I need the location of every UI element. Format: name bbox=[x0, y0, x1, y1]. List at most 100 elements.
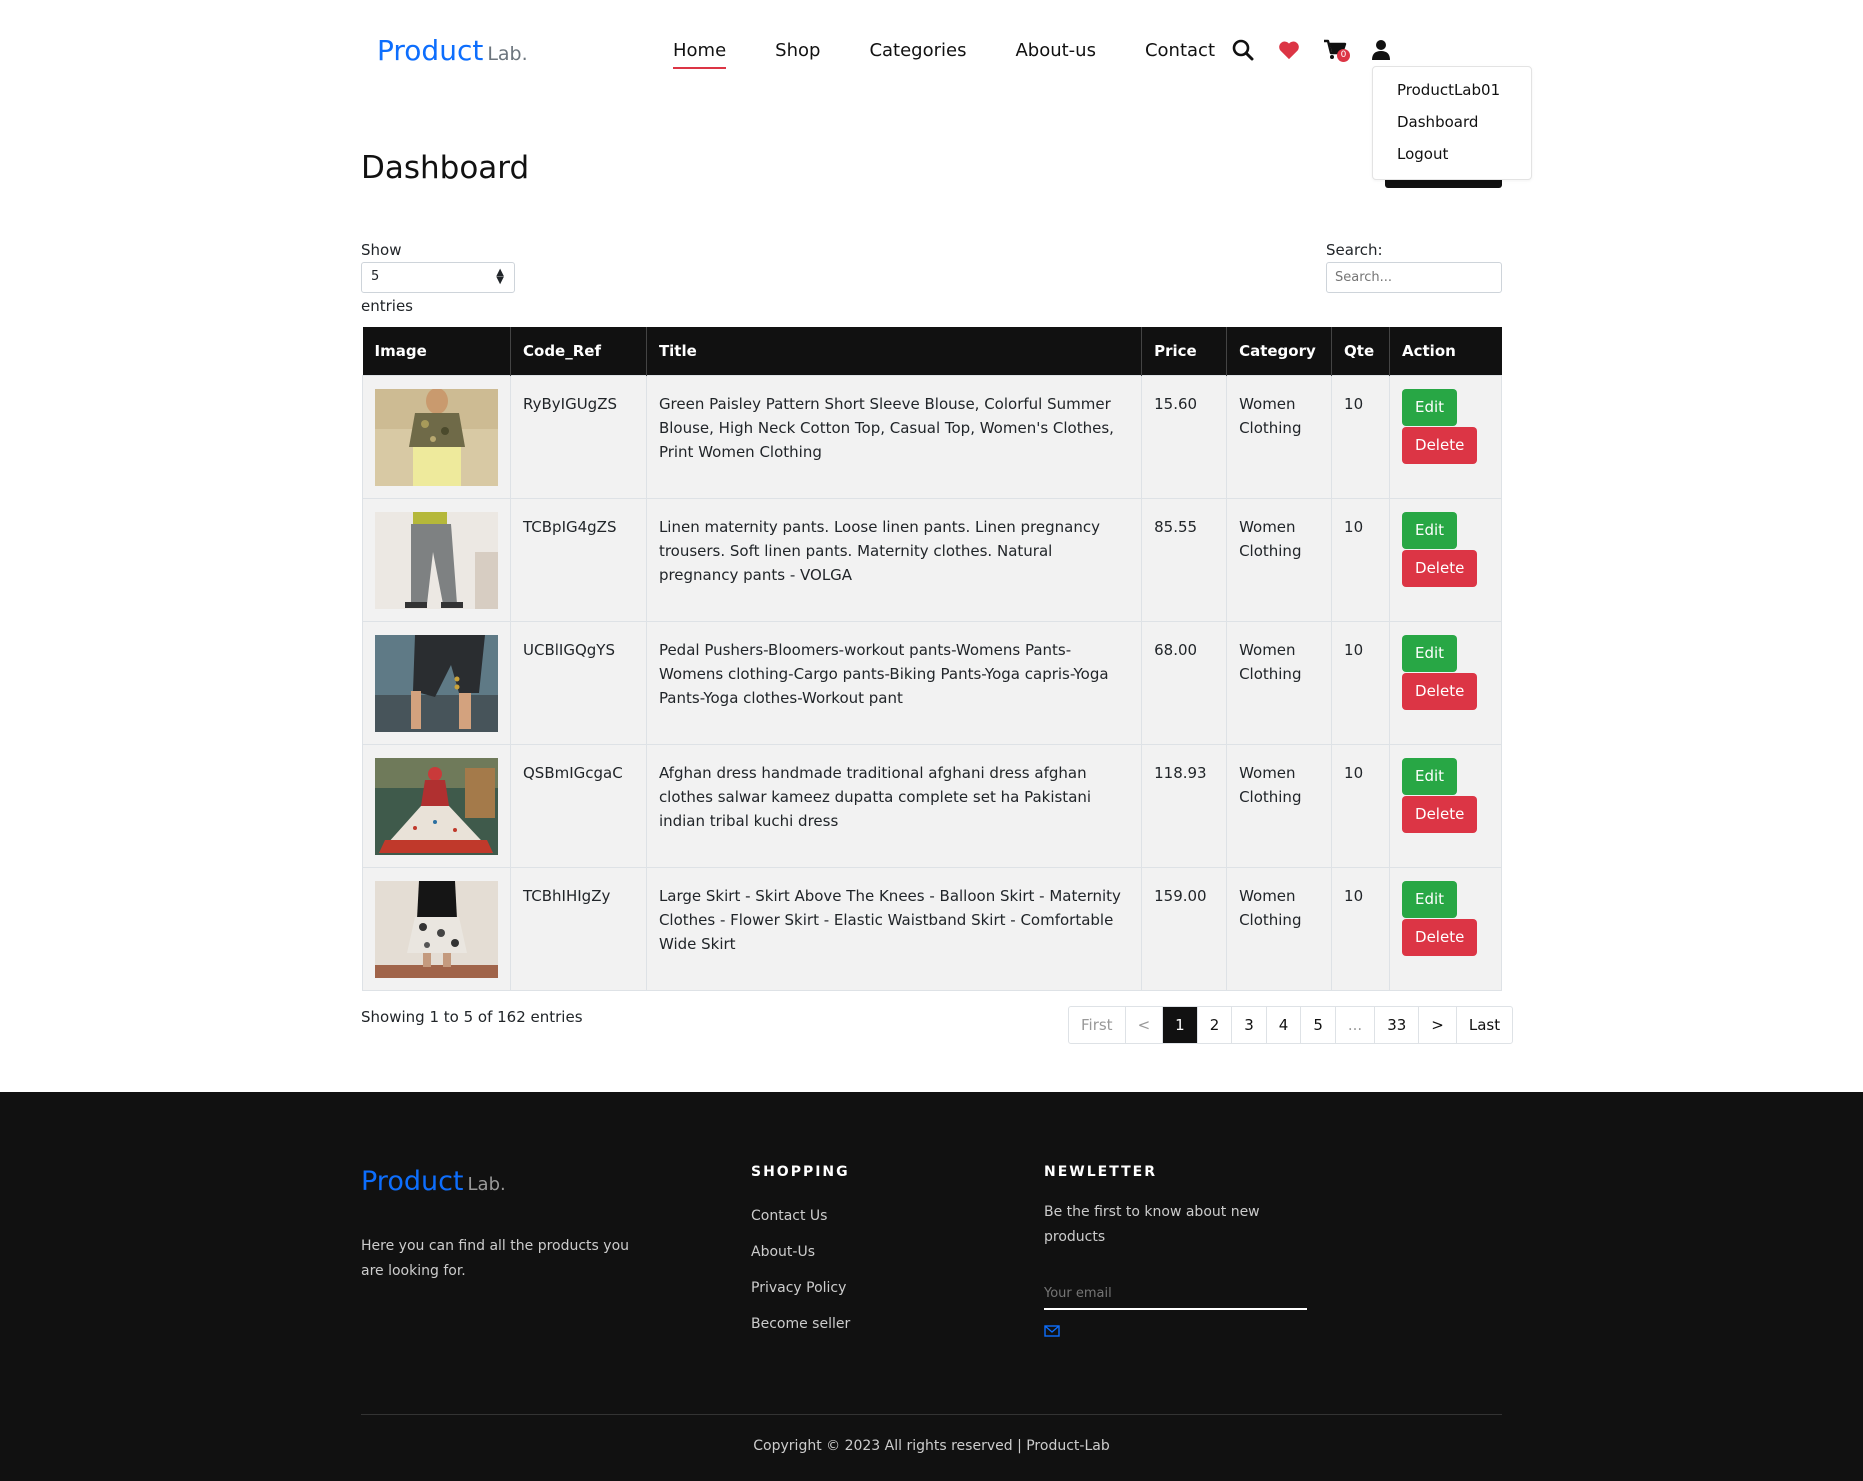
title-cell: Afghan dress handmade traditional afghan… bbox=[645, 743, 1143, 868]
edit-button[interactable]: Edit bbox=[1402, 634, 1458, 672]
entries-select-value: 5 bbox=[371, 269, 380, 284]
newsletter-text: Be the first to know about new products bbox=[1044, 1204, 1260, 1245]
menu-item-dashboard[interactable]: Dashboard bbox=[1373, 107, 1531, 139]
table-header-row: Image Code_Ref Title Price Category Qte … bbox=[362, 327, 1502, 375]
qte-cell: 10 bbox=[1331, 620, 1391, 745]
title-cell: Large Skirt - Skirt Above The Knees - Ba… bbox=[645, 866, 1143, 991]
image-cell bbox=[362, 866, 511, 991]
code-cell: RyByIGUgZS bbox=[510, 374, 647, 499]
action-cell: Edit Delete bbox=[1389, 620, 1502, 745]
delete-button[interactable]: Delete bbox=[1402, 918, 1478, 956]
table-row: TCBhIHIgZy Large Skirt - Skirt Above The… bbox=[362, 866, 1502, 991]
menu-item-logout[interactable]: Logout bbox=[1373, 139, 1531, 171]
edit-button[interactable]: Edit bbox=[1402, 880, 1458, 918]
footer-link-become-seller[interactable]: Become seller bbox=[751, 1316, 850, 1352]
nav-categories[interactable]: Categories bbox=[869, 40, 966, 67]
qte-cell: 10 bbox=[1331, 374, 1391, 499]
col-code-ref[interactable]: Code_Ref bbox=[510, 327, 647, 375]
footer-link-privacy-policy[interactable]: Privacy Policy bbox=[751, 1280, 850, 1316]
header-icons: 0 bbox=[1228, 36, 1412, 64]
products-table: Image Code_Ref Title Price Category Qte … bbox=[362, 327, 1502, 991]
page-prev[interactable]: < bbox=[1126, 1007, 1164, 1043]
title-cell: Green Paisley Pattern Short Sleeve Blous… bbox=[645, 374, 1143, 499]
edit-button[interactable]: Edit bbox=[1402, 511, 1458, 549]
show-label: Show bbox=[361, 241, 402, 259]
menu-item-username[interactable]: ProductLab01 bbox=[1373, 75, 1531, 107]
footer-logo[interactable]: Product Lab. bbox=[361, 1166, 506, 1197]
footer-link-contact-us[interactable]: Contact Us bbox=[751, 1208, 850, 1244]
page-ellipsis: ... bbox=[1336, 1007, 1376, 1043]
product-image[interactable] bbox=[375, 511, 498, 609]
main-nav: Home Shop Categories About-us Contact bbox=[673, 40, 1264, 69]
product-image[interactable] bbox=[375, 880, 498, 978]
search-icon[interactable] bbox=[1228, 36, 1258, 64]
page-4[interactable]: 4 bbox=[1267, 1007, 1302, 1043]
page-title: Dashboard bbox=[361, 150, 530, 186]
image-cell bbox=[362, 374, 511, 499]
category-cell: Women Clothing bbox=[1226, 374, 1333, 499]
price-cell: 68.00 bbox=[1141, 620, 1228, 745]
page-5[interactable]: 5 bbox=[1301, 1007, 1336, 1043]
page-3[interactable]: 3 bbox=[1232, 1007, 1267, 1043]
envelope-icon[interactable] bbox=[1044, 1322, 1060, 1341]
footer-brand-name: Product bbox=[361, 1166, 464, 1197]
nav-about-us[interactable]: About-us bbox=[1015, 40, 1096, 67]
nav-contact[interactable]: Contact bbox=[1145, 40, 1215, 67]
page-1[interactable]: 1 bbox=[1163, 1007, 1198, 1043]
newsletter-email-input[interactable] bbox=[1044, 1278, 1307, 1310]
edit-button[interactable]: Edit bbox=[1402, 757, 1458, 795]
edit-button[interactable]: Edit bbox=[1402, 388, 1458, 426]
col-category[interactable]: Category bbox=[1226, 327, 1333, 375]
sort-arrows-icon: ▲ ▼ bbox=[496, 267, 504, 286]
qte-cell: 10 bbox=[1331, 497, 1391, 622]
code-cell: TCBpIG4gZS bbox=[510, 497, 647, 622]
table-row: QSBmIGcgaC Afghan dress handmade traditi… bbox=[362, 743, 1502, 868]
site-header: Product Lab. Home Shop Categories About-u… bbox=[0, 0, 1863, 100]
product-image[interactable] bbox=[375, 387, 498, 486]
delete-button[interactable]: Delete bbox=[1402, 549, 1478, 587]
code-cell: TCBhIHIgZy bbox=[510, 866, 647, 991]
price-cell: 159.00 bbox=[1141, 866, 1228, 991]
col-image[interactable]: Image bbox=[362, 327, 511, 375]
footer-shopping-heading: SHOPPING bbox=[751, 1164, 850, 1180]
copyright-text: Copyright © 2023 All rights reserved | P… bbox=[753, 1438, 1110, 1454]
col-qte[interactable]: Qte bbox=[1331, 327, 1391, 375]
delete-button[interactable]: Delete bbox=[1402, 672, 1478, 710]
table-row: UCBlIGQgYS Pedal Pushers-Bloomers-workou… bbox=[362, 620, 1502, 745]
nav-home[interactable]: Home bbox=[673, 40, 727, 69]
title-cell: Pedal Pushers-Bloomers-workout pants-Wom… bbox=[645, 620, 1143, 745]
delete-button[interactable]: Delete bbox=[1402, 426, 1478, 464]
delete-button[interactable]: Delete bbox=[1402, 795, 1478, 833]
image-cell bbox=[362, 743, 511, 868]
product-image[interactable] bbox=[375, 634, 498, 732]
col-title[interactable]: Title bbox=[646, 327, 1143, 375]
page-33[interactable]: 33 bbox=[1375, 1007, 1420, 1043]
entries-select[interactable]: 5 ▲ ▼ bbox=[361, 262, 515, 293]
search-input[interactable] bbox=[1326, 262, 1502, 293]
cart-icon[interactable]: 0 bbox=[1320, 36, 1350, 64]
category-cell: Women Clothing bbox=[1226, 497, 1333, 622]
category-cell: Women Clothing bbox=[1226, 743, 1333, 868]
page-last[interactable]: Last bbox=[1457, 1007, 1512, 1043]
pagination: First < 1 2 3 4 5 ... 33 > Last bbox=[1068, 1006, 1514, 1044]
page-first[interactable]: First bbox=[1069, 1007, 1126, 1043]
page-2[interactable]: 2 bbox=[1198, 1007, 1233, 1043]
heart-icon[interactable] bbox=[1274, 36, 1304, 64]
product-image[interactable] bbox=[375, 757, 498, 855]
page-next[interactable]: > bbox=[1419, 1007, 1457, 1043]
action-cell: Edit Delete bbox=[1389, 374, 1502, 499]
user-icon[interactable] bbox=[1366, 36, 1396, 64]
price-cell: 118.93 bbox=[1141, 743, 1228, 868]
footer-link-about-us[interactable]: About-Us bbox=[751, 1244, 850, 1280]
cart-count-badge: 0 bbox=[1337, 49, 1350, 62]
brand-suffix: Lab. bbox=[487, 43, 528, 65]
user-dropdown-menu: ProductLab01 Dashboard Logout bbox=[1372, 66, 1532, 180]
site-footer: Product Lab. Here you can find all the pr… bbox=[0, 1092, 1863, 1481]
brand-logo[interactable]: Product Lab. bbox=[377, 34, 528, 67]
category-cell: Women Clothing bbox=[1226, 866, 1333, 991]
qte-cell: 10 bbox=[1331, 866, 1391, 991]
action-cell: Edit Delete bbox=[1389, 497, 1502, 622]
qte-cell: 10 bbox=[1331, 743, 1391, 868]
col-price[interactable]: Price bbox=[1141, 327, 1228, 375]
nav-shop[interactable]: Shop bbox=[775, 40, 820, 67]
